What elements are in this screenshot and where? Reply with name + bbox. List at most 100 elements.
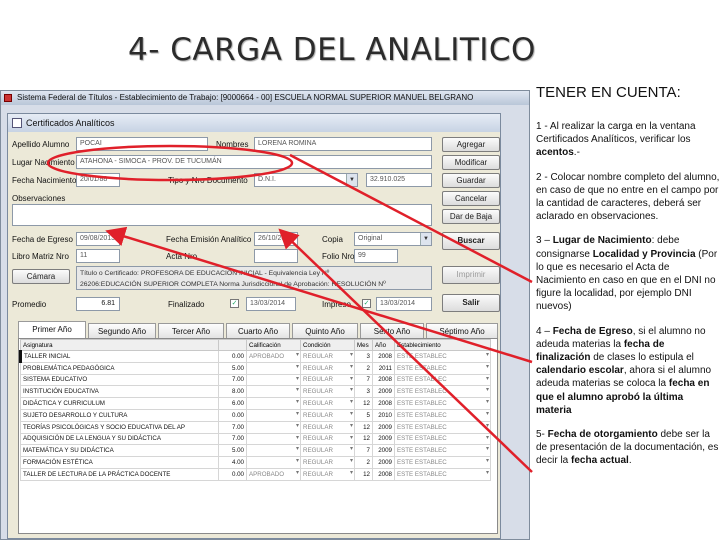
nota-cell[interactable]: 7.00	[218, 432, 247, 446]
calificacion-cell[interactable]	[246, 432, 301, 446]
nota-cell[interactable]: 6.00	[218, 397, 247, 410]
nota-cell[interactable]: 0.00	[218, 467, 247, 481]
libro-input[interactable]: 11	[76, 249, 120, 263]
mes-cell[interactable]: 12	[354, 467, 373, 481]
mes-cell[interactable]: 7	[354, 444, 373, 458]
table-row[interactable]: TEORÍAS PSICOLÓGICAS Y SOCIO EDUCATIVA D…	[20, 420, 491, 434]
establecimiento-cell[interactable]: ESTE ESTABLEC	[394, 420, 491, 434]
tab-segundo-ano[interactable]: Segundo Año	[88, 323, 156, 339]
tab-quinto-ano[interactable]: Quinto Año	[292, 323, 358, 339]
condicion-cell[interactable]: REGULAR	[300, 432, 355, 446]
nota-cell[interactable]: 4.00	[218, 456, 247, 469]
calificacion-cell[interactable]	[246, 408, 301, 422]
chevron-down-icon[interactable]: ▼	[420, 233, 431, 245]
mes-cell[interactable]: 12	[354, 397, 373, 410]
condicion-cell[interactable]: REGULAR	[300, 444, 355, 458]
nota-cell[interactable]: 0.00	[218, 350, 247, 363]
table-row[interactable]: PROBLEMÁTICA PEDAGÓGICA5.00 REGULAR22011E…	[20, 361, 491, 375]
fecha-emision-input[interactable]: 26/10/2013	[254, 232, 298, 246]
table-row[interactable]: SISTEMA EDUCATIVO7.00 REGULAR72008ESTE ES…	[20, 373, 491, 387]
calificacion-cell[interactable]: APROBADO	[246, 467, 301, 481]
nota-cell[interactable]: 7.00	[218, 373, 247, 387]
establecimiento-cell[interactable]: ESTE ESTABLEC	[394, 467, 491, 481]
nota-cell[interactable]: 5.00	[218, 361, 247, 375]
mes-cell[interactable]: 2	[354, 361, 373, 375]
nota-cell[interactable]: 8.00	[218, 385, 247, 399]
ano-cell[interactable]: 2008	[372, 373, 395, 387]
finalizado-checkbox[interactable]: ✓	[230, 299, 239, 308]
ano-cell[interactable]: 2009	[372, 385, 395, 399]
chevron-down-icon[interactable]: ▼	[346, 174, 357, 186]
nota-cell[interactable]: 5.00	[218, 444, 247, 458]
dar-de-baja-button[interactable]: Dar de Baja	[442, 209, 500, 224]
mes-cell[interactable]: 12	[354, 432, 373, 446]
nota-cell[interactable]: 7.00	[218, 420, 247, 434]
mes-cell[interactable]: 2	[354, 456, 373, 469]
finalizado-date[interactable]: 13/03/2014	[246, 297, 296, 311]
ano-cell[interactable]: 2009	[372, 420, 395, 434]
calificacion-cell[interactable]	[246, 420, 301, 434]
nota-cell[interactable]: 0.00	[218, 408, 247, 422]
nombres-input[interactable]: LORENA ROMINA	[254, 137, 432, 151]
condicion-cell[interactable]: REGULAR	[300, 467, 355, 481]
impreso-date[interactable]: 13/03/2014	[376, 297, 432, 311]
apellido-input[interactable]: POCAI	[76, 137, 208, 151]
table-row[interactable]: DIDÁCTICA Y CURRICULUM6.00 REGULAR122008E…	[20, 397, 491, 410]
salir-button[interactable]: Salir	[442, 294, 500, 312]
copia-select[interactable]: Original ▼	[354, 232, 432, 246]
establecimiento-cell[interactable]: ESTE ESTABLEC	[394, 397, 491, 410]
condicion-cell[interactable]: REGULAR	[300, 408, 355, 422]
condicion-cell[interactable]: REGULAR	[300, 420, 355, 434]
camera-button[interactable]: Cámara	[12, 269, 70, 284]
tipo-doc-select[interactable]: D.N.I. ▼	[254, 173, 358, 187]
establecimiento-cell[interactable]: ESTE ESTABLEC	[394, 432, 491, 446]
ano-cell[interactable]: 2011	[372, 361, 395, 375]
lugar-input[interactable]: ATAHONA - SIMOCA - PROV. DE TUCUMÁN	[76, 155, 432, 169]
ano-cell[interactable]: 2009	[372, 432, 395, 446]
condicion-cell[interactable]: REGULAR	[300, 373, 355, 387]
tab-cuarto-ano[interactable]: Cuarto Año	[226, 323, 290, 339]
doc-number-input[interactable]: 32.910.025	[366, 173, 432, 187]
condicion-cell[interactable]: REGULAR	[300, 350, 355, 363]
observaciones-textarea[interactable]	[12, 204, 432, 226]
condicion-cell[interactable]: REGULAR	[300, 456, 355, 469]
calificacion-cell[interactable]	[246, 444, 301, 458]
calificacion-cell[interactable]	[246, 385, 301, 399]
ano-cell[interactable]: 2010	[372, 408, 395, 422]
establecimiento-cell[interactable]: ESTE ESTABLEC	[394, 456, 491, 469]
ano-cell[interactable]: 2009	[372, 444, 395, 458]
condicion-cell[interactable]: REGULAR	[300, 361, 355, 375]
buscar-button[interactable]: Buscar	[442, 232, 500, 250]
ano-cell[interactable]: 2008	[372, 350, 395, 363]
condicion-cell[interactable]: REGULAR	[300, 397, 355, 410]
calificacion-cell[interactable]	[246, 397, 301, 410]
establecimiento-cell[interactable]: ESTE ESTABLEC	[394, 444, 491, 458]
establecimiento-cell[interactable]: ESTE ESTABLEC	[394, 350, 491, 363]
table-row[interactable]: ADQUISICIÓN DE LA LENGUA Y SU DIDÁCTICA 7…	[20, 432, 491, 446]
agregar-button[interactable]: Agregar	[442, 137, 500, 152]
table-row[interactable]: SUJETO DESARROLLO Y CULTURA0.00 REGULAR52…	[20, 408, 491, 422]
tab-tercer-ano[interactable]: Tercer Año	[158, 323, 224, 339]
fecha-egreso-input[interactable]: 09/08/2013	[76, 232, 120, 246]
table-row[interactable]: INSTITUCIÓN EDUCATIVA8.00 REGULAR32009EST…	[20, 385, 491, 399]
mes-cell[interactable]: 3	[354, 385, 373, 399]
imprimir-button[interactable]: Imprimir	[442, 266, 500, 284]
folio-input[interactable]: 99	[354, 249, 398, 263]
acta-input[interactable]	[254, 249, 298, 263]
mes-cell[interactable]: 12	[354, 420, 373, 434]
guardar-button[interactable]: Guardar	[442, 173, 500, 188]
calificacion-cell[interactable]	[246, 456, 301, 469]
impreso-checkbox[interactable]: ✓	[362, 299, 371, 308]
establecimiento-cell[interactable]: ESTE ESTABLEC	[394, 385, 491, 399]
condicion-cell[interactable]: REGULAR	[300, 385, 355, 399]
ano-cell[interactable]: 2009	[372, 456, 395, 469]
ano-cell[interactable]: 2008	[372, 397, 395, 410]
ano-cell[interactable]: 2008	[372, 467, 395, 481]
establecimiento-cell[interactable]: ESTE ESTABLEC	[394, 373, 491, 387]
table-row[interactable]: TALLER INICIAL0.00APROBADOREGULAR32008ES…	[19, 350, 491, 363]
calificacion-cell[interactable]: APROBADO	[246, 350, 301, 363]
tab-sexto-ano[interactable]: Sexto Año	[360, 323, 424, 339]
table-row[interactable]: FORMACIÓN ESTÉTICA4.00 REGULAR22009ESTE E…	[20, 456, 491, 469]
tab-septimo-ano[interactable]: Séptimo Año	[426, 323, 498, 339]
modificar-button[interactable]: Modificar	[442, 155, 500, 170]
